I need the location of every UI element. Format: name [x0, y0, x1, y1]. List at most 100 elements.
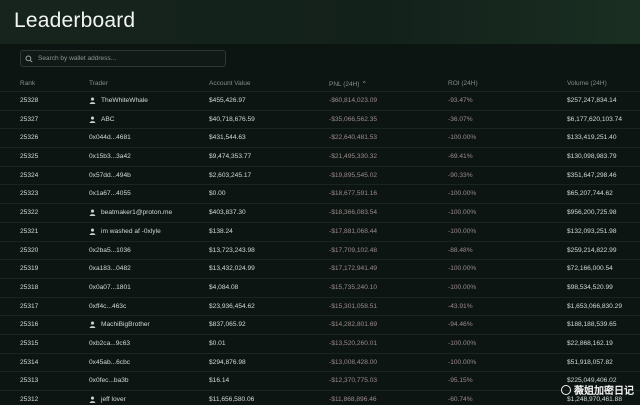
user-icon — [89, 209, 96, 217]
rank-cell: 25317 — [20, 302, 39, 310]
volume-cell: $1,653,066,830.29 — [567, 302, 623, 310]
trader-cell[interactable]: 0x0a07...1801 — [89, 284, 131, 291]
roi-cell: -100.00% — [448, 283, 477, 291]
table-row[interactable]: 25312 jeff lover $11,656,580.06 -$11,868,89… — [0, 390, 640, 405]
rank-cell: 25315 — [20, 339, 39, 347]
trader-cell[interactable]: 0x044d...4681 — [89, 134, 131, 141]
volume-cell: $6,177,620,103.74 — [567, 115, 623, 123]
table-row[interactable]: 25314 0x45ab...6cbc $294,876.98 -$13,008,42… — [0, 352, 640, 372]
table-row[interactable]: 25326 0x044d...4681 $431,544.63 -$22,640,48… — [0, 128, 640, 147]
pnl-cell: -$19,895,545.02 — [329, 171, 378, 179]
roi-cell: -93.47% — [448, 97, 473, 104]
column-header-rank[interactable]: Rank — [20, 80, 35, 87]
pnl-cell: -$17,709,102.48 — [329, 246, 378, 254]
column-header-trader[interactable]: Trader — [89, 80, 108, 87]
table-row[interactable]: 25323 0x1a67...4055 $0.00 -$18,677,591.16 -1… — [0, 184, 640, 203]
trader-cell[interactable]: 0x15b3...3a42 — [89, 153, 131, 160]
table-row[interactable]: 25316 MachiBigBrother $837,065.92 -$14,282,… — [0, 315, 640, 334]
trader-cell[interactable]: 0x1a67...4055 — [89, 190, 131, 197]
leaderboard-table-body: 25328 TheWhiteWhale $455,426.97 -$60,814,02… — [0, 91, 640, 405]
table-row[interactable]: 25317 0xff4c...463c $23,936,454.62 -$15,301… — [0, 296, 640, 316]
table-row[interactable]: 25325 0x15b3...3a42 $9,474,353.77 -$21,495,… — [0, 147, 640, 166]
table-row[interactable]: 25318 0x0a07...1801 $4,084.08 -$15,735,240.… — [0, 277, 640, 297]
volume-cell: $133,419,251.40 — [567, 134, 617, 142]
trader-cell[interactable]: 0x57dd...494b — [89, 172, 131, 179]
account-value-cell: $455,426.97 — [209, 97, 246, 104]
trader-cell[interactable]: 0x2ba5...1036 — [89, 247, 131, 254]
account-value-cell: $11,656,580.06 — [209, 396, 255, 403]
rank-cell: 25316 — [20, 321, 39, 329]
volume-cell: $72,166,000.54 — [567, 265, 613, 273]
rank-cell: 25312 — [20, 396, 39, 403]
account-value-cell: $403,837.30 — [209, 209, 246, 217]
pnl-cell: -$18,677,591.16 — [329, 190, 378, 198]
column-header-account-value[interactable]: Account Value — [209, 80, 250, 87]
volume-cell: $51,918,057.82 — [567, 358, 613, 366]
roi-cell: -100.00% — [448, 190, 477, 198]
table-row[interactable]: 25320 0x2ba5...1036 $13,723,243.98 -$17,709… — [0, 240, 640, 260]
rank-cell: 25314 — [20, 358, 39, 366]
table-row[interactable]: 25321 im washed af -0xlyle $138.24 -$17,881… — [0, 221, 640, 241]
column-header-pnl[interactable]: PNL (24H) ⌃ — [329, 80, 367, 88]
user-icon — [89, 97, 96, 104]
account-value-cell: $13,432,024.99 — [209, 265, 255, 273]
page-title: Leaderboard — [14, 9, 136, 32]
trader-cell[interactable]: jeff lover — [101, 396, 126, 403]
account-value-cell: $16.14 — [209, 377, 230, 385]
pnl-cell: -$60,814,023.09 — [329, 97, 378, 104]
account-value-cell: $9,474,353.77 — [209, 153, 252, 161]
trader-cell[interactable]: ABC — [101, 116, 115, 123]
pnl-cell: -$22,640,481.53 — [329, 134, 378, 142]
roi-cell: -69.41% — [448, 153, 473, 161]
table-row[interactable]: 25324 0x57dd...494b $2,603,245.17 -$19,895,… — [0, 165, 640, 185]
search-box[interactable] — [20, 50, 226, 67]
trader-cell[interactable]: TheWhiteWhale — [101, 97, 148, 104]
trader-cell[interactable]: 0xb2ca...9c63 — [89, 340, 130, 347]
account-value-cell: $431,544.63 — [209, 134, 246, 142]
pnl-cell: -$11,868,896.46 — [329, 396, 377, 403]
trader-cell[interactable]: 0xff4c...463c — [89, 303, 126, 310]
table-row[interactable]: 25319 0xa183...0482 $13,432,024.99 -$17,172… — [0, 259, 640, 278]
trader-cell[interactable]: 0xa183...0482 — [89, 265, 131, 272]
table-row[interactable]: 25315 0xb2ca...9c63 $0.01 -$13,520,260.01 -1… — [0, 333, 640, 353]
roi-cell: -36.07% — [448, 115, 473, 123]
user-icon — [89, 116, 96, 123]
roi-cell: -100.00% — [448, 358, 477, 366]
pnl-cell: -$15,301,058.51 — [329, 302, 378, 310]
table-row[interactable]: 25328 TheWhiteWhale $455,426.97 -$60,814,02… — [0, 91, 640, 110]
pnl-cell: -$17,881,068.44 — [329, 227, 378, 235]
user-icon — [89, 321, 96, 329]
trader-cell[interactable]: MachiBigBrother — [101, 321, 150, 328]
rank-cell: 25326 — [20, 134, 39, 142]
rank-cell: 25327 — [20, 115, 39, 123]
trader-cell[interactable]: 0x0fec...ba3b — [89, 377, 129, 384]
account-value-cell: $4,084.08 — [209, 283, 239, 291]
column-header-volume[interactable]: Volume (24H) — [567, 80, 607, 87]
chevron-up-icon: ⌃ — [361, 81, 367, 88]
volume-cell: $98,534,520.99 — [567, 283, 613, 291]
table-header: Rank Trader Account Value PNL (24H) ⌃ ROI… — [0, 78, 640, 90]
rank-cell: 25324 — [20, 171, 39, 179]
pnl-cell: -$17,172,941.49 — [329, 265, 378, 273]
pnl-cell: -$14,282,801.69 — [329, 321, 378, 329]
volume-cell: $257,247,834.14 — [567, 97, 617, 104]
trader-cell[interactable]: beatmaker1@proton.me — [101, 209, 172, 216]
user-icon — [89, 228, 96, 235]
trader-cell[interactable]: im washed af -0xlyle — [101, 228, 161, 235]
account-value-cell: $13,723,243.98 — [209, 246, 255, 254]
table-row[interactable]: 25322 beatmaker1@proton.me $403,837.30 -$18… — [0, 203, 640, 222]
volume-cell: $1,248,970,461.88 — [567, 396, 623, 403]
account-value-cell: $0.00 — [209, 190, 226, 198]
table-row[interactable]: 25327 ABC $40,718,676.59 -$35,066,562.35 -36… — [0, 109, 640, 129]
trader-cell[interactable]: 0x45ab...6cbc — [89, 359, 130, 366]
search-input[interactable] — [38, 55, 223, 62]
rank-cell: 25323 — [20, 190, 39, 198]
roi-cell: -100.00% — [448, 227, 477, 235]
volume-cell: $956,200,725.98 — [567, 209, 617, 217]
page-header: Leaderboard — [0, 0, 640, 44]
table-row[interactable]: 25313 0x0fec...ba3b $16.14 -$12,370,775.03 -… — [0, 371, 640, 390]
rank-cell: 25313 — [20, 377, 39, 385]
user-icon — [89, 396, 96, 403]
account-value-cell: $2,603,245.17 — [209, 171, 252, 179]
column-header-roi[interactable]: ROI (24H) — [448, 80, 478, 87]
